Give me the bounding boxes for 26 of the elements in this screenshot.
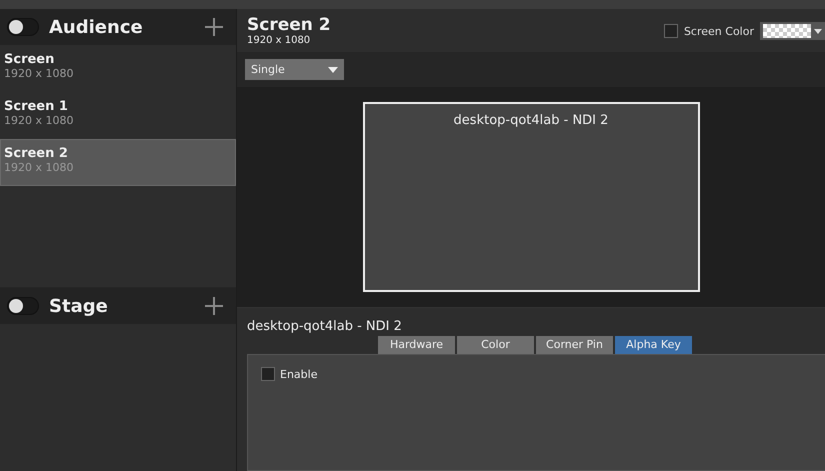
tab[interactable]: Corner Pin — [536, 336, 613, 354]
toggle-switch[interactable] — [7, 297, 39, 315]
layout-dropdown[interactable]: Single — [245, 59, 344, 80]
toggle-switch[interactable] — [7, 18, 39, 36]
screen-item[interactable]: Screen 1920 x 1080 — [0, 45, 236, 92]
tab[interactable]: Alpha Key — [615, 336, 692, 354]
caret-icon[interactable] — [814, 28, 822, 34]
add-icon[interactable] — [204, 296, 224, 316]
output-label: desktop-qot4lab - NDI 2 — [454, 113, 608, 128]
tab[interactable]: Hardware — [378, 336, 455, 354]
checkbox-label: Enable — [280, 368, 318, 380]
caret-icon[interactable] — [328, 66, 338, 72]
checkbox-label: Screen Color — [684, 24, 754, 38]
group-title: Stage — [49, 296, 109, 316]
screen-size: 1920 x 1080 — [247, 35, 312, 46]
tab[interactable]: Color — [457, 336, 534, 354]
output-frame[interactable]: desktop-qot4lab - NDI 2 — [362, 102, 700, 292]
screen-item[interactable]: Screen 1 1920 x 1080 — [0, 92, 236, 139]
checkbox[interactable] — [261, 367, 275, 381]
checkbox[interactable] — [664, 24, 678, 38]
screen-title: Screen 2 — [247, 15, 331, 35]
source-title: desktop-qot4lab - NDI 2 — [247, 319, 403, 334]
screen-item[interactable]: Screen 2 1920 x 1080 — [0, 139, 236, 186]
group-title: Audience — [49, 16, 144, 38]
color-picker[interactable] — [760, 22, 825, 40]
add-icon[interactable] — [204, 17, 224, 37]
